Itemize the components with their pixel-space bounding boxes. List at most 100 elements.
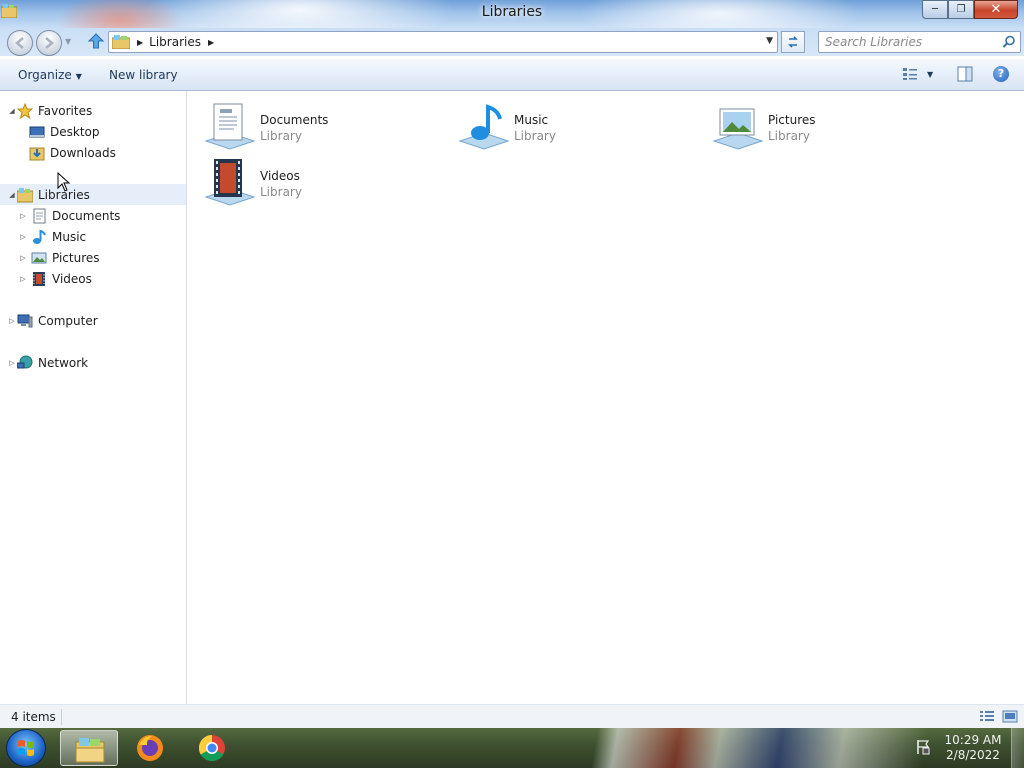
breadcrumb-libraries[interactable]: Libraries xyxy=(149,35,201,49)
navigation-pane: ◢ Favorites Desktop Downloads ◢ Librarie… xyxy=(0,91,187,704)
expand-icon[interactable]: ▷ xyxy=(18,254,28,262)
firefox-icon xyxy=(137,735,163,761)
status-bar: 4 items xyxy=(0,704,1024,728)
close-icon: ✕ xyxy=(990,2,1002,17)
tree-item-computer[interactable]: ▷ Computer xyxy=(0,310,186,331)
tree-item-network[interactable]: ▷ Network xyxy=(0,352,186,373)
organize-button[interactable]: Organize ▼ xyxy=(18,68,82,82)
organize-label: Organize xyxy=(18,68,72,82)
back-arrow-icon xyxy=(15,37,24,49)
up-arrow-icon[interactable] xyxy=(87,32,105,50)
tree-label-network: Network xyxy=(38,355,89,370)
videos-library-icon xyxy=(204,159,256,206)
expand-icon[interactable]: ▷ xyxy=(18,233,28,241)
tree-item-pictures[interactable]: ▷ Pictures xyxy=(0,247,186,268)
forward-arrow-icon xyxy=(45,37,54,49)
title-bar[interactable]: Libraries ─ ❐ ✕ xyxy=(0,0,1024,28)
library-tile-documents[interactable]: Documents Library xyxy=(188,97,428,150)
tree-label-computer: Computer xyxy=(38,313,98,328)
back-button[interactable] xyxy=(7,30,33,56)
tree-item-downloads[interactable]: Downloads xyxy=(0,142,186,163)
tile-type-videos: Library xyxy=(260,185,302,199)
tree-label-videos: Videos xyxy=(52,271,92,286)
file-list[interactable]: Documents Library Music Library Pictures… xyxy=(188,91,1024,704)
documents-library-icon xyxy=(204,103,256,150)
collapse-icon[interactable]: ◢ xyxy=(7,191,17,199)
view-options-dropdown[interactable]: ▼ xyxy=(927,70,933,79)
collapse-icon[interactable]: ◢ xyxy=(7,107,17,115)
action-center-flag-icon[interactable] xyxy=(914,738,932,756)
address-bar[interactable]: ▶ Libraries ▶ ▼ xyxy=(108,31,778,53)
close-button[interactable]: ✕ xyxy=(974,0,1018,19)
tree-label-music: Music xyxy=(52,229,87,244)
restore-button[interactable]: ❐ xyxy=(948,0,974,19)
tree-item-videos[interactable]: ▷ Videos xyxy=(0,268,186,289)
favorites-star-icon xyxy=(17,102,33,119)
item-count: 4 items xyxy=(11,710,56,724)
minimize-button[interactable]: ─ xyxy=(922,0,948,19)
system-clock[interactable]: 10:29 AM 2/8/2022 xyxy=(940,733,1006,763)
downloads-icon xyxy=(29,147,45,160)
pictures-icon xyxy=(31,252,47,263)
search-input[interactable] xyxy=(825,32,995,52)
taskbar-explorer[interactable] xyxy=(60,730,118,766)
large-icons-view-icon[interactable] xyxy=(1002,710,1018,723)
windows-explorer-icon xyxy=(75,738,105,763)
library-tile-videos[interactable]: Videos Library xyxy=(188,153,428,206)
recent-pages-dropdown[interactable]: ▼ xyxy=(65,37,71,46)
address-history-dropdown[interactable]: ▼ xyxy=(766,36,773,46)
tile-name-videos: Videos xyxy=(260,169,300,183)
refresh-button[interactable] xyxy=(781,31,805,53)
library-tile-music[interactable]: Music Library xyxy=(442,97,682,150)
caption-buttons: ─ ❐ ✕ xyxy=(922,0,1018,19)
expand-icon[interactable]: ▷ xyxy=(18,212,28,220)
forward-button[interactable] xyxy=(36,30,62,56)
expand-icon[interactable]: ▷ xyxy=(18,275,28,283)
network-icon xyxy=(17,355,33,368)
pictures-library-icon xyxy=(712,108,764,150)
library-tile-pictures[interactable]: Pictures Library xyxy=(696,97,936,150)
search-box[interactable] xyxy=(818,31,1021,53)
music-icon xyxy=(33,229,46,244)
expand-icon[interactable]: ▷ xyxy=(7,359,17,367)
tree-item-desktop[interactable]: Desktop xyxy=(0,121,186,142)
chevron-down-icon: ▼ xyxy=(75,72,82,81)
expand-icon[interactable]: ▷ xyxy=(7,317,17,325)
tree-item-libraries[interactable]: ◢ Libraries xyxy=(0,184,186,205)
taskbar: 10:29 AM 2/8/2022 xyxy=(0,728,1024,768)
preview-pane-icon[interactable] xyxy=(957,66,973,82)
tile-type-music: Library xyxy=(514,129,556,143)
tree-label-downloads: Downloads xyxy=(50,145,116,160)
tile-name-pictures: Pictures xyxy=(768,113,816,127)
show-desktop-button[interactable] xyxy=(1011,728,1024,768)
change-view-icon[interactable] xyxy=(902,67,918,81)
computer-icon xyxy=(17,314,33,327)
clock-date: 2/8/2022 xyxy=(946,748,1000,762)
tree-label-documents: Documents xyxy=(52,208,121,223)
breadcrumb-separator-icon[interactable]: ▶ xyxy=(137,38,143,47)
new-library-button[interactable]: New library xyxy=(109,68,178,82)
tree-item-documents[interactable]: ▷ Documents xyxy=(0,205,186,226)
taskbar-chrome[interactable] xyxy=(183,730,241,766)
mouse-cursor-icon xyxy=(57,172,71,192)
chrome-icon xyxy=(198,734,225,762)
documents-icon xyxy=(33,208,46,223)
desktop-icon xyxy=(29,126,45,137)
tree-item-favorites[interactable]: ◢ Favorites xyxy=(0,100,186,121)
search-icon[interactable] xyxy=(1002,35,1016,49)
tile-name-documents: Documents xyxy=(260,113,329,127)
tile-name-music: Music xyxy=(514,113,549,127)
status-divider xyxy=(61,709,62,725)
start-button[interactable] xyxy=(6,729,46,767)
taskbar-firefox[interactable] xyxy=(121,730,179,766)
navigation-bar: ▼ ▶ Libraries ▶ ▼ xyxy=(0,28,1024,56)
tree-label-desktop: Desktop xyxy=(50,124,100,139)
libraries-icon xyxy=(112,35,130,49)
details-view-icon[interactable] xyxy=(979,710,995,723)
windows-logo-icon xyxy=(18,740,34,756)
videos-icon xyxy=(33,271,45,286)
tree-item-music[interactable]: ▷ Music xyxy=(0,226,186,247)
help-button[interactable]: ? xyxy=(993,66,1009,82)
restore-icon: ❐ xyxy=(956,4,966,15)
breadcrumb-separator-icon[interactable]: ▶ xyxy=(208,38,214,47)
